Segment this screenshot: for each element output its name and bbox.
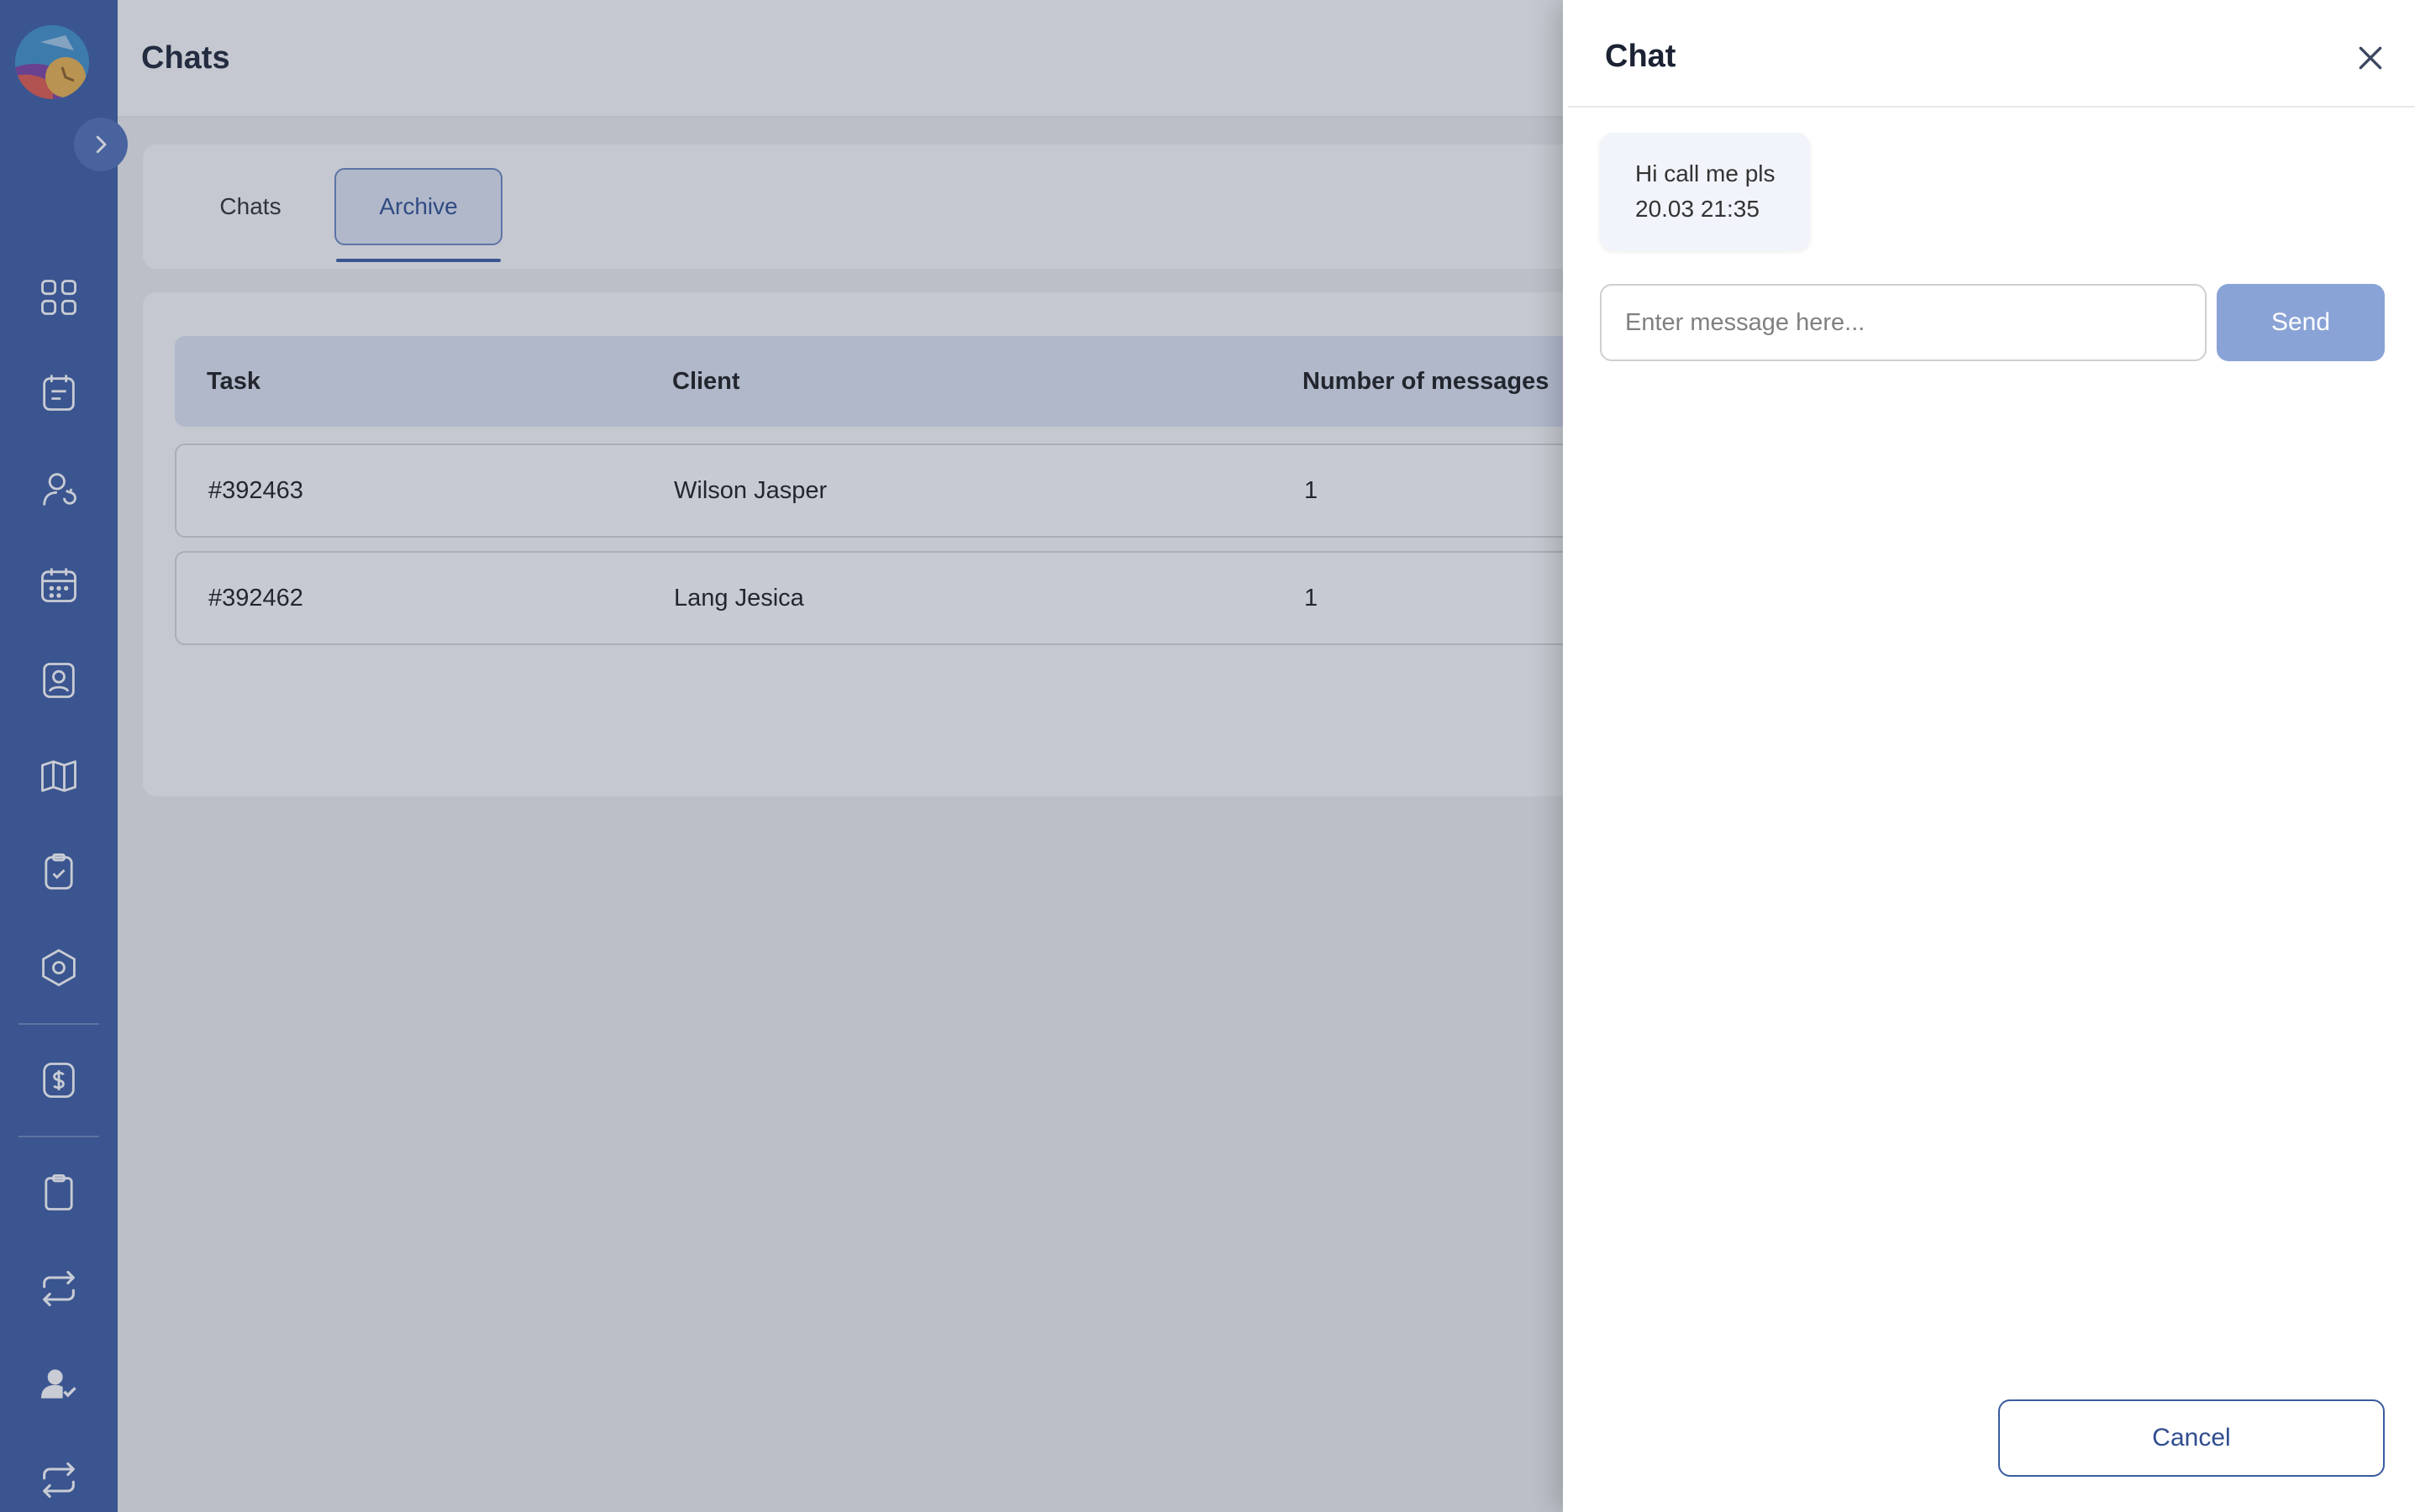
- modal-backdrop[interactable]: [0, 0, 1563, 1512]
- message-time: 20.03 21:35: [1635, 196, 1760, 222]
- close-button[interactable]: [2349, 37, 2391, 79]
- close-icon: [2359, 46, 2382, 70]
- chat-title: Chat: [1605, 39, 1676, 74]
- send-button[interactable]: Send: [2217, 284, 2385, 361]
- message-text: Hi call me pls: [1635, 160, 1776, 186]
- message-input[interactable]: [1600, 284, 2207, 361]
- chat-drawer: Chat Hi call me pls 20.03 21:35 Send Can…: [1563, 0, 2420, 1512]
- chat-message: Hi call me pls 20.03 21:35: [1600, 133, 1811, 250]
- chat-drawer-header: Chat: [1568, 5, 2415, 108]
- cancel-button[interactable]: Cancel: [1998, 1399, 2385, 1477]
